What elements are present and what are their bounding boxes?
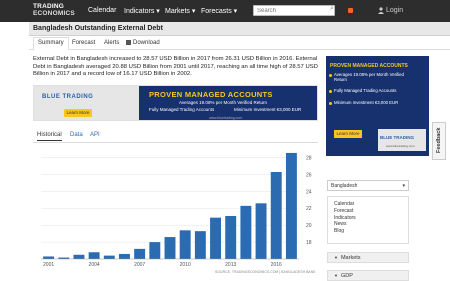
x-tick-label: 2004 (89, 262, 100, 268)
x-tick-label: 2007 (134, 262, 145, 268)
bar-2010 (179, 230, 191, 259)
tab-data[interactable]: Data (70, 132, 83, 138)
download-icon (126, 40, 131, 45)
x-tick-label: 2010 (180, 262, 191, 268)
side-ad-brand-box: BLUE TRADING www.bluetrading.com (378, 129, 426, 151)
side-ad-item-1: Averages 19.08% per Month Verified Retur… (334, 72, 404, 82)
bar-2004 (88, 252, 100, 259)
chart-divider (33, 142, 318, 143)
side-ad[interactable]: PROVEN MANAGED ACCOUNTS Averages 19.08% … (326, 56, 429, 156)
nav-item-label: Indicators (124, 8, 155, 15)
banner-ad-left: BLUE TRADING Learn More (34, 86, 139, 120)
top-navbar: TRADING ECONOMICS Calendar Indicators ▾ … (0, 0, 450, 22)
tab-download[interactable]: Download (126, 40, 160, 46)
section-label: GDP (340, 273, 353, 279)
bullet-icon (329, 90, 332, 93)
bar-2005 (103, 255, 115, 259)
y-tick-label: 22 (306, 206, 312, 212)
banner-learn-more-button[interactable]: Learn More (64, 109, 92, 117)
feedback-label: Feedback (436, 127, 442, 153)
nav-item-forecasts[interactable]: Forecasts ▾ (201, 7, 237, 15)
caret-down-icon: ▼ (334, 255, 338, 260)
sidebar-link-indicators[interactable]: Indicators (334, 215, 402, 222)
bar-2016 (270, 172, 282, 259)
y-tick-label: 24 (306, 189, 312, 195)
bar-2014 (240, 205, 252, 259)
sidebar-link-news[interactable]: News (334, 221, 402, 228)
banner-line-2: Fully Managed Trading Accounts (149, 107, 215, 112)
nav-item-indicators[interactable]: Indicators ▾ (124, 7, 160, 15)
feedback-tab[interactable]: Feedback (432, 122, 446, 160)
bar-2017 (285, 152, 297, 259)
login-link[interactable]: Login (386, 7, 403, 14)
side-ad-headline: PROVEN MANAGED ACCOUNTS (330, 63, 408, 69)
side-ad-item-2: Fully Managed Trading Accounts (334, 88, 397, 93)
page-title: Bangladesh Outstanding External Debt (33, 25, 163, 32)
tab-forecast[interactable]: Forecast (72, 40, 95, 46)
external-debt-chart: 18 20 22 24 26 28 2001 2004 2007 2010 2013 2016 (41, 152, 312, 268)
x-tick-label: 2001 (43, 262, 54, 268)
sidebar-section-markets[interactable]: ▼ Markets (327, 252, 409, 263)
title-bar: Bangladesh Outstanding External Debt (29, 22, 450, 36)
nav-item-label: Markets (165, 8, 190, 15)
banner-ad-main: PROVEN MANAGED ACCOUNTS Averages 19.08% … (139, 86, 317, 120)
bar-2008 (149, 242, 161, 259)
sidebar-link-forecast[interactable]: Forecast (334, 208, 402, 215)
summary-description: External Debt in Bangladesh increased to… (33, 56, 318, 78)
country-select-value: Bangladesh (331, 183, 358, 189)
tab-api[interactable]: API (90, 132, 100, 138)
bar-2012 (210, 217, 221, 259)
side-ad-url: www.bluetrading.com (386, 144, 415, 148)
y-tick-label: 28 (306, 156, 312, 162)
side-ad-learn-more-button[interactable]: Learn More (334, 130, 362, 138)
search-input[interactable] (253, 5, 335, 16)
tab-download-label: Download (133, 40, 160, 46)
banner-url: www.bluetrading.com (209, 116, 243, 120)
chart-source: SOURCE: TRADINGECONOMICS.COM | BANGLADES… (215, 270, 316, 274)
site-logo[interactable]: TRADING ECONOMICS (33, 3, 75, 17)
x-tick-label: 2013 (225, 262, 236, 268)
y-tick-label: 20 (306, 223, 312, 229)
logo-line2: ECONOMICS (33, 10, 75, 17)
country-links: Calendar Forecast Indicators News Blog (327, 196, 409, 244)
section-label: Markets (340, 255, 361, 261)
tab-summary[interactable]: Summary (33, 37, 69, 50)
user-icon (378, 7, 384, 14)
sidebar-link-calendar[interactable]: Calendar (334, 201, 402, 208)
nav-item-label: Forecasts (201, 8, 232, 15)
side-ad-item-3: Minimum Investment €3,000 EUR (334, 100, 399, 105)
nav-item-calendar[interactable]: Calendar (88, 7, 116, 14)
bar-2011 (194, 231, 206, 259)
tab-historical[interactable]: Historical (37, 132, 62, 141)
search-icon[interactable]: ⌕ (330, 5, 334, 13)
sidebar-section-gdp[interactable]: ▼ GDP (327, 270, 409, 281)
sidebar-link-blog[interactable]: Blog (334, 228, 402, 235)
bar-2007 (134, 248, 146, 259)
bar-2001 (43, 256, 55, 259)
banner-ad[interactable]: BLUE TRADING Learn More PROVEN MANAGED A… (33, 85, 318, 121)
nav-item-markets[interactable]: Markets ▾ (165, 7, 195, 15)
tab-alerts[interactable]: Alerts (104, 40, 119, 46)
blue-trading-logo: BLUE TRADING (42, 94, 94, 100)
bar-2013 (225, 215, 237, 259)
bar-2003 (73, 254, 85, 259)
bar-2006 (119, 253, 130, 259)
bullet-icon (329, 102, 332, 105)
summary-tabs: Summary Forecast Alerts Download (29, 36, 450, 50)
blue-trading-logo: BLUE TRADING (380, 135, 414, 140)
bullet-icon (329, 74, 332, 77)
y-tick-label: 26 (306, 172, 312, 178)
rss-icon[interactable] (348, 8, 353, 13)
bar-2009 (164, 237, 176, 259)
logo-line1: TRADING (33, 3, 65, 10)
bar-2015 (255, 203, 267, 259)
y-tick-label: 18 (306, 240, 312, 246)
chevron-down-icon: ▾ (402, 183, 405, 189)
banner-headline: PROVEN MANAGED ACCOUNTS (149, 90, 273, 99)
x-tick-label: 2016 (271, 262, 282, 268)
banner-line-1: Averages 19.08% per Month Verified Retur… (179, 100, 267, 105)
caret-down-icon: ▼ (334, 273, 338, 278)
country-select[interactable]: Bangladesh ▾ (327, 180, 409, 191)
banner-line-3: Minimum Investment €3,000 EUR (234, 107, 302, 112)
